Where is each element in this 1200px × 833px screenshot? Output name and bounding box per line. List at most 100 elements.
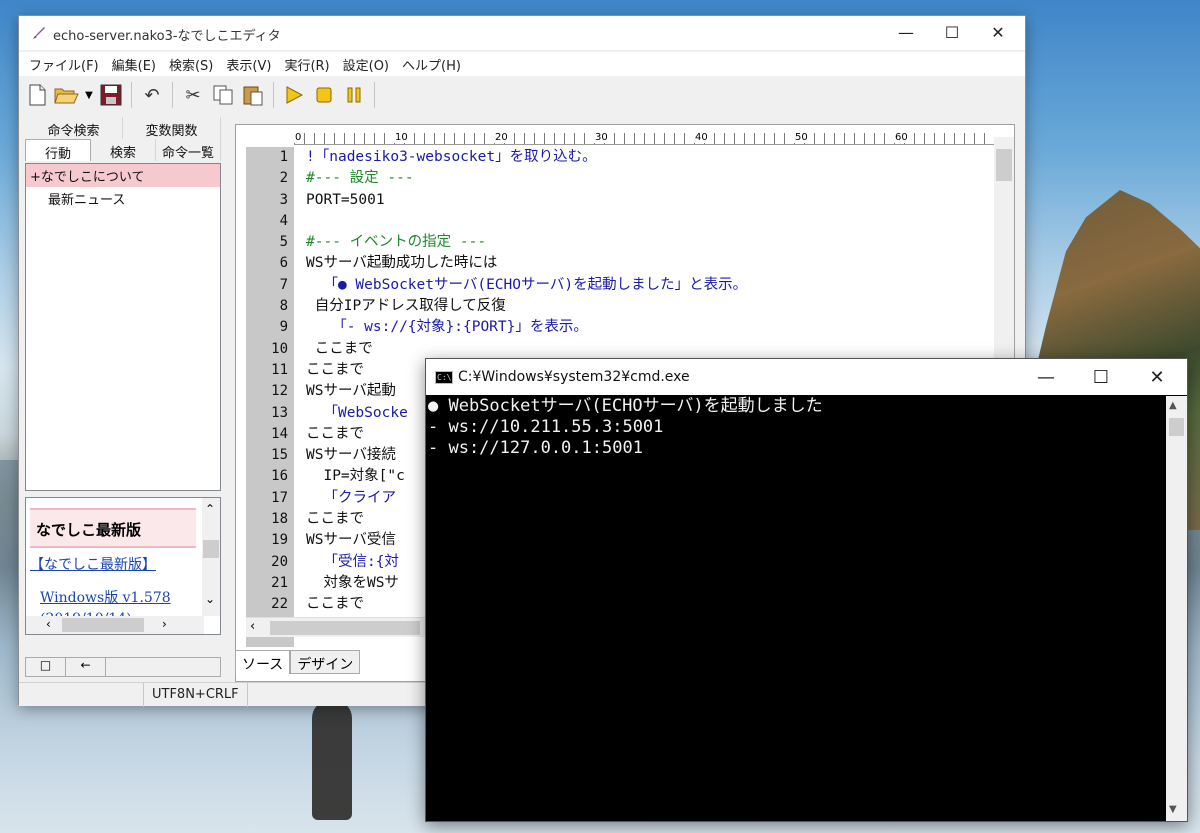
code-line: 自分IPアドレス取得して反復 [306,298,506,315]
line-number: 8 [279,298,288,315]
paste-icon [243,86,263,106]
stop-button[interactable] [310,81,338,109]
line-number: 22 [271,596,288,613]
stop-icon [316,87,332,103]
cmd-titlebar[interactable]: C:\ C:¥Windows¥system32¥cmd.exe — ☐ ✕ [426,359,1187,395]
editor-titlebar[interactable]: echo-server.nako3-なでしこエディタ — ☐ ✕ [19,16,1025,50]
toolbar: ▼ ↶ ✂ [19,78,1025,112]
news-panel: なでしこ最新版 【なでしこ最新版】 Windows版 v1.578 (2019/… [25,497,221,635]
menu-help[interactable]: ヘルプ(H) [398,52,470,76]
pause-icon [347,87,361,103]
maximize-icon: ☐ [1092,366,1110,388]
new-file-button[interactable] [23,81,51,109]
chevron-up-icon[interactable]: ⌃ [205,502,215,516]
tree-item-about-nadesiko[interactable]: +なでしこについて [26,164,220,187]
minimize-button[interactable]: — [883,16,929,48]
cut-icon: ✂ [185,84,201,106]
chevron-left-icon[interactable]: ‹ [250,619,255,634]
square-button[interactable]: □ [26,658,66,676]
desktop-wallpaper-figure [312,700,352,820]
pause-button[interactable] [340,81,368,109]
scroll-thumb[interactable] [996,149,1012,181]
tab-command-search[interactable]: 命令検索 [25,117,123,139]
left-tabs-second: 行動 検索 命令一覧 [25,139,221,162]
scroll-thumb[interactable] [270,621,420,635]
menu-settings[interactable]: 設定(O) [339,52,398,76]
undo-icon: ↶ [144,84,160,106]
tab-command-list[interactable]: 命令一覧 [156,139,221,161]
minimize-icon: — [1037,366,1055,388]
cmd-window: C:\ C:¥Windows¥system32¥cmd.exe — ☐ ✕ ● … [425,358,1188,822]
menu-run[interactable]: 実行(R) [280,52,338,76]
tree-item-latest-news[interactable]: 最新ニュース [26,187,220,210]
menu-search[interactable]: 検索(S) [165,52,222,76]
line-number: 9 [279,319,288,336]
cmd-minimize-button[interactable]: — [1023,361,1069,393]
save-icon [100,84,122,106]
left-panel: 命令検索 変数関数 行動 検索 命令一覧 +なでしこについて 最新ニュース なで… [25,117,221,677]
line-number-gutter: 1234567891011121314151617181920212223 [246,147,294,647]
run-button[interactable] [280,81,308,109]
undo-button[interactable]: ↶ [138,81,166,109]
maximize-button[interactable]: ☐ [929,16,975,48]
toolbar-separator [172,82,173,108]
scroll-thumb[interactable] [203,540,219,558]
tab-design[interactable]: デザイン [290,650,361,674]
back-button[interactable]: ← [66,658,106,676]
caret-up-icon[interactable]: ▲ [1169,400,1177,411]
chevron-down-icon[interactable]: ⌄ [205,592,215,606]
open-button[interactable] [53,81,81,109]
scroll-thumb[interactable] [62,618,144,632]
new-file-icon [29,84,46,106]
menu-edit[interactable]: 編集(E) [108,52,165,76]
code-line: PORT=5001 [306,191,385,208]
cmd-close-button[interactable]: ✕ [1134,361,1180,393]
open-dropdown-button[interactable]: ▼ [83,81,95,109]
ruler-mark: 30 [594,132,609,143]
chevron-right-icon[interactable]: › [162,617,167,631]
toolbar-separator [131,82,132,108]
menu-file[interactable]: ファイル(F) [25,52,108,76]
tab-actions[interactable]: 行動 [25,139,91,162]
scroll-thumb[interactable] [1169,418,1184,436]
news-title: なでしこ最新版 [30,508,196,548]
ruler-mark: 50 [794,132,809,143]
news-latest-link[interactable]: 【なでしこ最新版】 [30,554,156,574]
line-number: 2 [279,170,288,187]
editor-mode-tabs: ソース デザイン [235,650,361,674]
cmd-console-output[interactable]: ● WebSocketサーバ(ECHOサーバ)を起動しました - ws://10… [426,396,1167,821]
line-number: 19 [271,532,288,549]
app-brush-icon [33,27,45,39]
chevron-left-icon[interactable]: ‹ [46,617,51,631]
code-line: 「● WebSocketサーバ(ECHOサーバ)を起動しました」と表示。 [306,276,748,293]
line-number: 16 [271,468,288,485]
line-number: 13 [271,404,288,421]
paste-button[interactable] [239,81,267,109]
close-button[interactable]: ✕ [975,16,1021,48]
cut-button[interactable]: ✂ [179,81,207,109]
save-button[interactable] [97,81,125,109]
tab-search[interactable]: 検索 [91,139,156,161]
line-number: 21 [271,574,288,591]
ruler-mark: 20 [494,132,509,143]
line-number: 15 [271,447,288,464]
menu-view[interactable]: 表示(V) [222,52,280,76]
cmd-vertical-scrollbar[interactable]: ▲ ▼ [1166,396,1187,821]
console-line: - ws://127.0.0.1:5001 [428,438,643,458]
tab-variables-functions[interactable]: 変数関数 [123,117,221,139]
tab-source[interactable]: ソース [235,650,291,674]
code-line: #--- 設定 --- [306,170,414,187]
line-number: 18 [271,511,288,528]
copy-button[interactable] [209,81,237,109]
cmd-maximize-button[interactable]: ☐ [1078,361,1124,393]
close-icon: ✕ [991,22,1005,42]
console-line: - ws://10.211.55.3:5001 [428,417,664,437]
left-panel-buttons: □ ← [25,657,221,677]
news-vertical-scrollbar[interactable]: ⌃ ⌄ [202,498,220,616]
caret-down-icon[interactable]: ▼ [1169,804,1177,815]
line-number: 4 [279,212,288,229]
line-number: 12 [271,383,288,400]
news-horizontal-scrollbar[interactable]: ‹ › [26,616,204,634]
close-icon: ✕ [1149,366,1165,388]
